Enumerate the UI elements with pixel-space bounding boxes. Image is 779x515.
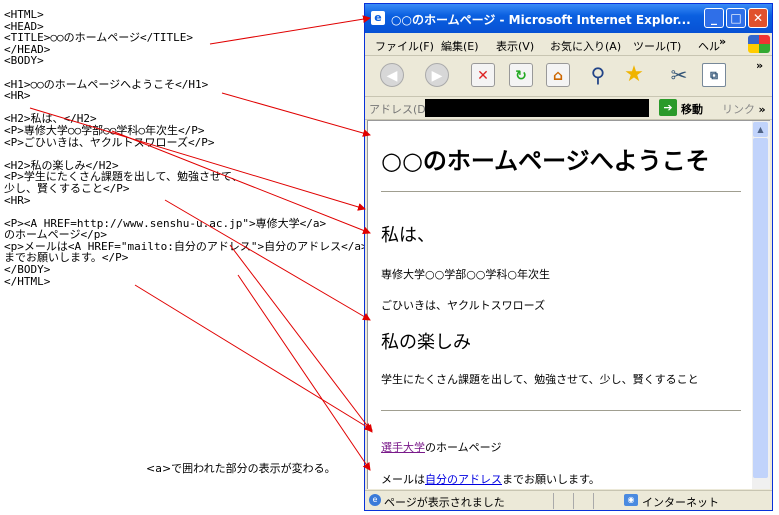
horizontal-rule [381,191,741,192]
links-chevron-icon: » [758,103,766,116]
code-line: <P>ごひいきは、ヤクルトスワローズ</P> [4,135,215,149]
title-bar[interactable]: e ○○のホームページ - Microsoft Internet Explor.… [365,4,772,33]
address-input[interactable] [425,99,649,117]
address-bar: アドレス(D) ➔ 移動 リンク » [365,97,772,120]
arrow-note [237,274,371,471]
paragraph-hobby: 学生にたくさん課題を出して、勉強させて、少し、賢くすること [381,373,699,386]
status-divider [573,493,574,509]
code-line: 少し、賢くすること</P> [4,181,130,195]
page-viewport: ○○のホームページへようこそ 私は、 専修大学○○学部○○学科○年次生 ごひいき… [367,120,752,489]
status-divider [593,493,594,509]
menu-favorites[interactable]: お気に入り(A) [550,38,621,54]
menu-bar: ファイル(F) 編集(E) 表示(V) お気に入り(A) ツール(T) ヘル » [365,33,772,56]
code-line: </HTML> [4,274,51,288]
mail-suffix: までお願いします。 [502,473,600,486]
window-title: ○○のホームページ - Microsoft Internet Explor... [391,13,691,27]
code-line: <HR> [4,193,31,207]
university-link[interactable]: 選手大学 [381,441,425,454]
links-label: リンク [722,103,755,116]
paragraph-homepage-link: 選手大学のホームページ [381,439,501,455]
page-loaded-icon: e [369,494,381,506]
menu-help[interactable]: ヘル [698,38,720,54]
standard-toolbar: ◀ ▶ ✕ ↻ ⌂ ⚲ ★ ✂ ⧉ » [365,56,772,97]
maximize-button[interactable]: □ [726,8,746,28]
code-line: <BODY> [4,54,44,68]
address-label: アドレス(D) [369,103,431,116]
internet-zone-icon: ◉ [624,494,638,506]
code-line: <HTML> [4,8,44,21]
arrow-link2 [134,284,373,431]
menu-file[interactable]: ファイル(F) [375,38,434,54]
code-line: までお願いします。</P> [4,251,129,265]
windows-logo-icon [748,35,770,53]
scroll-up-icon[interactable]: ▲ [753,122,768,137]
cut-scissors-icon[interactable]: ✂ [667,63,691,87]
mailto-link[interactable]: 自分のアドレス [425,473,502,486]
paragraph-mail: メールは自分のアドレスまでお願いします。 [381,471,600,487]
paragraph-team: ごひいきは、ヤクルトスワローズ [381,299,546,312]
code-line: </HEAD> [4,42,51,56]
toolbar-chevron-icon[interactable]: » [756,59,763,72]
page-heading-h1: ○○のホームページへようこそ [381,147,710,175]
status-text: ページが表示されました [384,496,505,509]
status-divider [553,493,554,509]
favorites-star-icon[interactable]: ★ [622,63,646,87]
stop-button[interactable]: ✕ [471,63,495,87]
page-heading-h2-hobby: 私の楽しみ [381,332,471,353]
home-button[interactable]: ⌂ [546,63,570,87]
ie-browser-window: e ○○のホームページ - Microsoft Internet Explor.… [364,3,773,511]
mail-prefix: メールは [381,473,425,486]
annotation-note: <a>で囲われた部分の表示が変わる。 [146,462,336,475]
paragraph-school: 専修大学○○学部○○学科○年次生 [381,268,550,281]
status-bar: e ページが表示されました ◉ インターネット [365,490,772,511]
search-icon[interactable]: ⚲ [586,63,610,87]
minimize-button[interactable]: _ [704,8,724,28]
page-heading-h2-intro: 私は、 [381,225,435,246]
close-button[interactable]: ✕ [748,8,768,28]
ie-page-icon: e [371,11,385,25]
go-button[interactable]: 移動 [681,101,703,117]
homepage-link-suffix: のホームページ [425,441,502,454]
code-line: </BODY> [4,263,51,277]
horizontal-rule [381,410,741,411]
code-line: <H1>○○のホームページへようこそ</H1> [4,77,209,91]
code-line: <TITLE>○○のホームページ</TITLE> [4,31,194,45]
menu-chevron-icon[interactable]: » [719,35,726,48]
vertical-scrollbar[interactable]: ▲ [752,120,770,489]
html-source-code: <HTML> <HEAD> <TITLE>○○のホームページ</TITLE> </HE… [4,8,368,288]
code-line: <HR> [4,89,31,103]
back-button[interactable]: ◀ [380,63,404,87]
code-line: <P>専修大学○○学部○○学科○年次生</P> [4,123,205,137]
go-arrow-icon[interactable]: ➔ [659,99,677,116]
links-button[interactable]: リンク » [722,101,766,117]
refresh-button[interactable]: ↻ [509,63,533,87]
menu-edit[interactable]: 編集(E) [441,38,479,54]
forward-button[interactable]: ▶ [425,63,449,87]
copy-icon[interactable]: ⧉ [702,63,726,87]
zone-text: インターネット [642,496,719,509]
menu-tools[interactable]: ツール(T) [633,38,681,54]
scroll-thumb[interactable] [753,138,768,478]
menu-view[interactable]: 表示(V) [496,38,534,54]
